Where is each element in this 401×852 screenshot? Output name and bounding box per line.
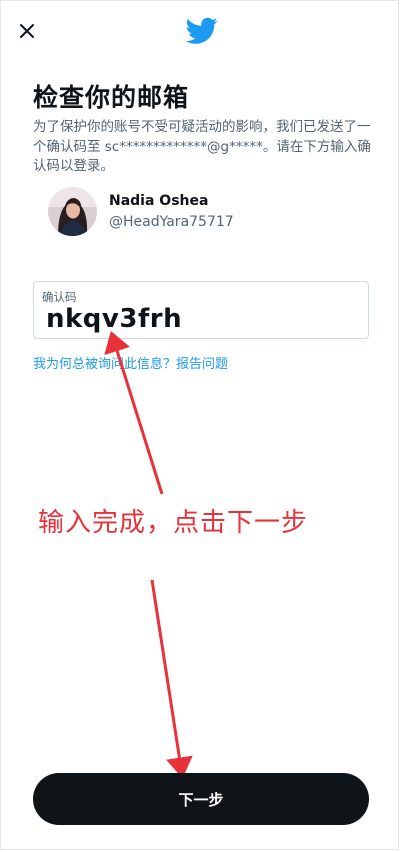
avatar bbox=[48, 187, 97, 236]
next-button[interactable]: 下一步 bbox=[33, 773, 369, 825]
user-name: Nadia Oshea bbox=[109, 193, 209, 209]
close-button[interactable] bbox=[14, 18, 40, 44]
user-handle: @HeadYara75717 bbox=[109, 214, 234, 230]
account-card: Nadia Oshea @HeadYara75717 bbox=[48, 187, 348, 239]
description-text: 为了保护你的账号不受可疑活动的影响，我们已发送了一个确认码至 sc*******… bbox=[33, 119, 371, 174]
close-icon bbox=[20, 24, 34, 38]
help-link[interactable]: 我为何总被询问此信息？报告问题 bbox=[33, 353, 228, 372]
verification-code-input[interactable]: nkqv3frh bbox=[46, 304, 182, 334]
verification-code-field[interactable]: 确认码 nkqv3frh bbox=[33, 281, 369, 339]
twitter-bird-icon bbox=[185, 17, 218, 44]
avatar-image bbox=[48, 187, 97, 236]
annotation-text: 输入完成，点击下一步 bbox=[38, 508, 309, 538]
field-label: 确认码 bbox=[42, 290, 77, 304]
twitter-logo bbox=[185, 17, 218, 45]
page-title: 检查你的邮箱 bbox=[33, 83, 190, 112]
